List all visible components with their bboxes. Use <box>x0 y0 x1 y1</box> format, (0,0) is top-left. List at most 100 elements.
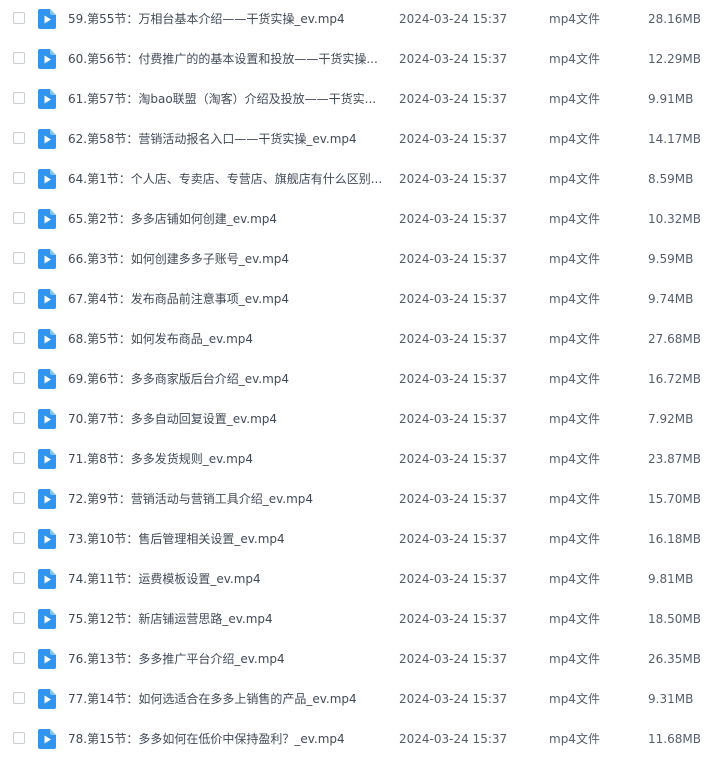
file-type: mp4文件 <box>549 572 600 586</box>
file-name[interactable]: 77.第14节：如何选适合在多多上销售的产品_ev.mp4 <box>68 690 383 708</box>
row-checkbox[interactable] <box>13 332 25 344</box>
file-row[interactable]: 62.第58节：营销活动报名入口——干货实操_ev.mp4 2024-03-24 … <box>0 119 728 159</box>
file-size: 14.17MB <box>648 132 701 146</box>
file-date: 2024-03-24 15:37 <box>399 12 508 26</box>
file-name[interactable]: 75.第12节：新店铺运营思路_ev.mp4 <box>68 610 383 628</box>
file-name[interactable]: 71.第8节：多多发货规则_ev.mp4 <box>68 450 383 468</box>
file-size: 10.32MB <box>648 212 701 226</box>
video-file-icon <box>38 489 56 509</box>
file-size: 9.31MB <box>648 692 694 706</box>
file-row[interactable]: 72.第9节：营销活动与营销工具介绍_ev.mp4 2024-03-24 15:3… <box>0 479 728 519</box>
file-size: 16.72MB <box>648 372 701 386</box>
video-file-icon <box>38 89 56 109</box>
file-name[interactable]: 78.第15节：多多如何在低价中保持盈利？_ev.mp4 <box>68 730 383 748</box>
row-checkbox[interactable] <box>13 572 25 584</box>
video-file-icon <box>38 369 56 389</box>
row-checkbox[interactable] <box>13 492 25 504</box>
file-size: 16.18MB <box>648 532 701 546</box>
file-row[interactable]: 67.第4节：发布商品前注意事项_ev.mp4 2024-03-24 15:37 m… <box>0 279 728 319</box>
file-name[interactable]: 69.第6节：多多商家版后台介绍_ev.mp4 <box>68 370 383 388</box>
file-type: mp4文件 <box>549 292 600 306</box>
file-name[interactable]: 60.第56节：付费推广的的基本设置和投放——干货实操... <box>68 50 383 68</box>
file-row[interactable]: 75.第12节：新店铺运营思路_ev.mp4 2024-03-24 15:37 mp… <box>0 599 728 639</box>
file-row[interactable]: 74.第11节：运费模板设置_ev.mp4 2024-03-24 15:37 mp4… <box>0 559 728 599</box>
file-name[interactable]: 74.第11节：运费模板设置_ev.mp4 <box>68 570 383 588</box>
file-row[interactable]: 59.第55节：万相台基本介绍——干货实操_ev.mp4 2024-03-24 1… <box>0 0 728 39</box>
file-type: mp4文件 <box>549 52 600 66</box>
file-date: 2024-03-24 15:37 <box>399 372 508 386</box>
file-size: 23.87MB <box>648 452 701 466</box>
row-checkbox[interactable] <box>13 732 25 744</box>
row-checkbox[interactable] <box>13 12 25 24</box>
file-size: 11.68MB <box>648 732 701 746</box>
file-name[interactable]: 65.第2节：多多店铺如何创建_ev.mp4 <box>68 210 383 228</box>
file-date: 2024-03-24 15:37 <box>399 692 508 706</box>
file-type: mp4文件 <box>549 652 600 666</box>
file-type: mp4文件 <box>549 612 600 626</box>
file-type: mp4文件 <box>549 252 600 266</box>
file-row[interactable]: 61.第57节：淘bao联盟（淘客）介绍及投放——干货实... 2024-03-2… <box>0 79 728 119</box>
file-name[interactable]: 66.第3节：如何创建多多子账号_ev.mp4 <box>68 250 383 268</box>
video-file-icon <box>38 449 56 469</box>
file-name[interactable]: 59.第55节：万相台基本介绍——干货实操_ev.mp4 <box>68 10 383 28</box>
row-checkbox[interactable] <box>13 532 25 544</box>
file-type: mp4文件 <box>549 532 600 546</box>
file-type: mp4文件 <box>549 132 600 146</box>
file-name[interactable]: 62.第58节：营销活动报名入口——干货实操_ev.mp4 <box>68 130 383 148</box>
file-name[interactable]: 61.第57节：淘bao联盟（淘客）介绍及投放——干货实... <box>68 90 383 108</box>
file-row[interactable]: 77.第14节：如何选适合在多多上销售的产品_ev.mp4 2024-03-24 … <box>0 679 728 719</box>
file-row[interactable]: 60.第56节：付费推广的的基本设置和投放——干货实操... 2024-03-24… <box>0 39 728 79</box>
file-date: 2024-03-24 15:37 <box>399 332 508 346</box>
row-checkbox[interactable] <box>13 612 25 624</box>
file-date: 2024-03-24 15:37 <box>399 572 508 586</box>
file-date: 2024-03-24 15:37 <box>399 172 508 186</box>
file-date: 2024-03-24 15:37 <box>399 612 508 626</box>
file-type: mp4文件 <box>549 732 600 746</box>
file-row[interactable]: 64.第1节：个人店、专卖店、专营店、旗舰店有什么区别... 2024-03-24… <box>0 159 728 199</box>
file-row[interactable]: 76.第13节：多多推广平台介绍_ev.mp4 2024-03-24 15:37 m… <box>0 639 728 679</box>
file-type: mp4文件 <box>549 92 600 106</box>
row-checkbox[interactable] <box>13 52 25 64</box>
video-file-icon <box>38 49 56 69</box>
row-checkbox[interactable] <box>13 92 25 104</box>
file-row[interactable]: 71.第8节：多多发货规则_ev.mp4 2024-03-24 15:37 mp4文… <box>0 439 728 479</box>
row-checkbox[interactable] <box>13 292 25 304</box>
row-checkbox[interactable] <box>13 692 25 704</box>
file-date: 2024-03-24 15:37 <box>399 92 508 106</box>
row-checkbox[interactable] <box>13 212 25 224</box>
file-row[interactable]: 65.第2节：多多店铺如何创建_ev.mp4 2024-03-24 15:37 mp… <box>0 199 728 239</box>
row-checkbox[interactable] <box>13 372 25 384</box>
file-row[interactable]: 66.第3节：如何创建多多子账号_ev.mp4 2024-03-24 15:37 m… <box>0 239 728 279</box>
row-checkbox[interactable] <box>13 172 25 184</box>
file-date: 2024-03-24 15:37 <box>399 452 508 466</box>
file-row[interactable]: 78.第15节：多多如何在低价中保持盈利？_ev.mp4 2024-03-24 1… <box>0 719 728 759</box>
video-file-icon <box>38 9 56 29</box>
file-type: mp4文件 <box>549 12 600 26</box>
file-row[interactable]: 73.第10节：售后管理相关设置_ev.mp4 2024-03-24 15:37 m… <box>0 519 728 559</box>
file-name[interactable]: 72.第9节：营销活动与营销工具介绍_ev.mp4 <box>68 490 383 508</box>
video-file-icon <box>38 289 56 309</box>
file-name[interactable]: 68.第5节：如何发布商品_ev.mp4 <box>68 330 383 348</box>
file-date: 2024-03-24 15:37 <box>399 732 508 746</box>
file-name[interactable]: 73.第10节：售后管理相关设置_ev.mp4 <box>68 530 383 548</box>
file-name[interactable]: 67.第4节：发布商品前注意事项_ev.mp4 <box>68 290 383 308</box>
file-size: 9.81MB <box>648 572 694 586</box>
row-checkbox[interactable] <box>13 252 25 264</box>
row-checkbox[interactable] <box>13 132 25 144</box>
file-name[interactable]: 70.第7节：多多自动回复设置_ev.mp4 <box>68 410 383 428</box>
file-row[interactable]: 70.第7节：多多自动回复设置_ev.mp4 2024-03-24 15:37 mp… <box>0 399 728 439</box>
video-file-icon <box>38 529 56 549</box>
file-name[interactable]: 76.第13节：多多推广平台介绍_ev.mp4 <box>68 650 383 668</box>
video-file-icon <box>38 329 56 349</box>
file-row[interactable]: 68.第5节：如何发布商品_ev.mp4 2024-03-24 15:37 mp4文… <box>0 319 728 359</box>
file-size: 12.29MB <box>648 52 701 66</box>
file-size: 15.70MB <box>648 492 701 506</box>
file-name[interactable]: 64.第1节：个人店、专卖店、专营店、旗舰店有什么区别... <box>68 170 383 188</box>
row-checkbox[interactable] <box>13 412 25 424</box>
row-checkbox[interactable] <box>13 652 25 664</box>
file-size: 9.91MB <box>648 92 694 106</box>
file-row[interactable]: 69.第6节：多多商家版后台介绍_ev.mp4 2024-03-24 15:37 m… <box>0 359 728 399</box>
row-checkbox[interactable] <box>13 452 25 464</box>
video-file-icon <box>38 569 56 589</box>
file-type: mp4文件 <box>549 492 600 506</box>
